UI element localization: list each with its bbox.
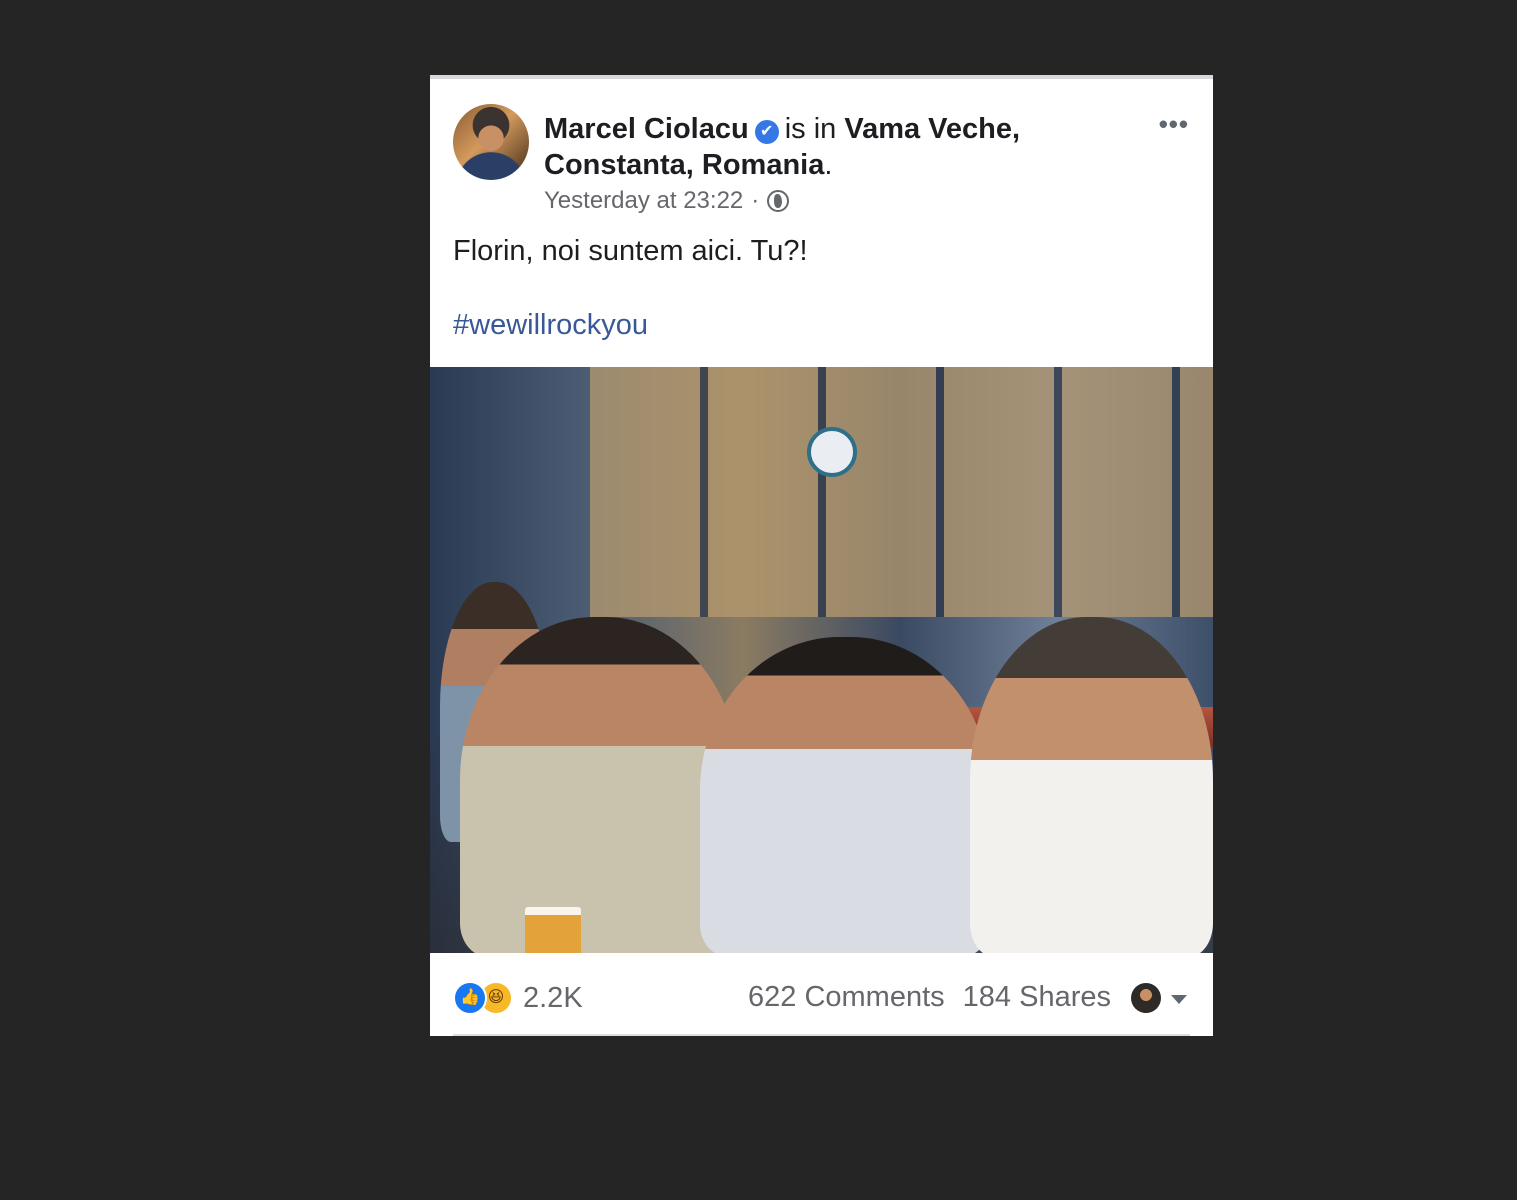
meta-separator: ·	[751, 187, 760, 214]
post-timestamp[interactable]: Yesterday at 23:22	[544, 187, 743, 215]
author-avatar[interactable]	[453, 104, 529, 180]
facebook-post-card: Marcel Ciolacu ✔ is in Vama Veche, Constan…	[430, 75, 1213, 1036]
globe-icon[interactable]	[767, 190, 790, 212]
photo-background-building	[590, 367, 1213, 617]
post-meta: Yesterday at 23:22 ·	[544, 187, 790, 215]
verified-badge-icon: ✔	[754, 120, 779, 144]
chevron-down-icon[interactable]	[1171, 995, 1187, 1004]
hashtag-link[interactable]: #wewillrockyou	[453, 309, 648, 342]
photo-sign	[807, 427, 857, 477]
location-name-line1[interactable]: Vama Veche,	[844, 113, 1020, 145]
more-options-icon[interactable]: •••	[1159, 109, 1189, 140]
reaction-count[interactable]: 2.2K	[523, 982, 583, 1015]
location-name-line2[interactable]: Constanta, Romania	[544, 149, 824, 181]
photo-person-right	[970, 617, 1213, 953]
post-header: Marcel Ciolacu ✔ is in Vama Veche, Constan…	[430, 79, 1213, 367]
location-period: .	[824, 149, 833, 181]
post-photo[interactable]	[430, 367, 1213, 953]
author-name[interactable]: Marcel Ciolacu	[544, 113, 749, 145]
location-connector: is in	[784, 113, 837, 145]
photo-beer-glass	[525, 907, 581, 953]
shares-count[interactable]: 184 Shares	[963, 981, 1111, 1014]
post-text: Florin, noi suntem aici. Tu?!	[453, 235, 808, 267]
viewer-avatar[interactable]	[1131, 983, 1161, 1013]
comments-count[interactable]: 622 Comments	[748, 981, 945, 1014]
photo-person-left	[460, 617, 740, 953]
footer-divider	[453, 1034, 1190, 1036]
photo-person-center	[700, 637, 990, 953]
post-footer: 👍 😆 2.2K 622 Comments 184 Shares	[430, 953, 1213, 1040]
post-headline: Marcel Ciolacu ✔ is in Vama Veche, Constan…	[544, 111, 1104, 183]
like-icon: 👍	[453, 981, 487, 1015]
engagement-counts: 622 Comments 184 Shares	[748, 981, 1111, 1014]
reactions-summary[interactable]: 👍 😆 2.2K	[453, 981, 583, 1015]
